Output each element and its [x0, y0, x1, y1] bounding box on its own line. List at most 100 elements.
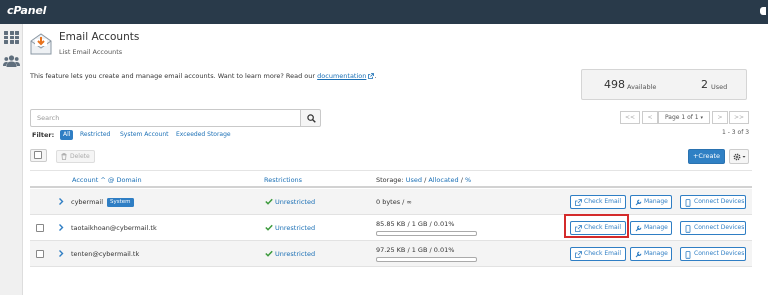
table-row: cybermail System Unrestricted 0 bytes / …: [30, 189, 752, 215]
create-label: Create: [698, 152, 721, 160]
wrench-icon: [635, 225, 642, 232]
grid-icon[interactable]: [4, 31, 19, 44]
delete-button[interactable]: Delete: [56, 150, 95, 163]
filter-all[interactable]: All: [60, 130, 74, 140]
gear-icon: [733, 153, 746, 161]
settings-dropdown[interactable]: [729, 149, 749, 164]
manage-label: Manage: [644, 224, 668, 231]
cpanel-logo[interactable]: cPanel: [7, 4, 46, 17]
manage-button[interactable]: Manage: [630, 195, 672, 209]
select-all-checkbox[interactable]: [34, 151, 42, 159]
storage-usage: 97.25 KB / 1 GB / 0.01%: [376, 246, 455, 254]
restrictions-status[interactable]: Unrestricted: [265, 250, 316, 258]
envelope-download-icon: [30, 33, 52, 55]
account-domain-header[interactable]: Account ^ @ Domain: [72, 176, 142, 184]
intro-suffix: .: [374, 72, 377, 80]
check-email-button[interactable]: Check Email: [570, 247, 626, 261]
table-row: taotaikhoan@cybermail.tk Unrestricted 85…: [30, 215, 752, 241]
sort-allocated-link[interactable]: Allocated: [428, 176, 458, 184]
account-header-label: Account: [72, 176, 99, 184]
at-symbol: @: [107, 176, 115, 184]
connect-devices-button[interactable]: Connect Devices: [680, 221, 746, 235]
row-checkbox[interactable]: [36, 224, 44, 232]
search-icon: [307, 114, 316, 123]
mobile-device-icon: [685, 251, 691, 259]
delete-label: Delete: [70, 153, 90, 160]
caret-down-icon: ▾: [700, 115, 704, 121]
sort-used-link[interactable]: Used: [406, 176, 422, 184]
restrictions-status[interactable]: Unrestricted: [265, 224, 316, 232]
external-link-icon: [575, 251, 582, 258]
storage-header-label: Storage:: [376, 176, 404, 184]
available-label: Available: [627, 83, 657, 91]
chevron-right-icon[interactable]: [57, 197, 65, 206]
check-icon: [265, 198, 273, 205]
used-count: 2: [701, 78, 708, 91]
first-page-button[interactable]: <<: [620, 111, 640, 124]
account-name: taotaikhoan@cybermail.tk: [71, 224, 157, 232]
check-email-button[interactable]: Check Email: [570, 195, 626, 209]
chevron-right-icon[interactable]: [57, 223, 65, 232]
wrench-icon: [635, 199, 642, 206]
manage-label: Manage: [644, 198, 668, 205]
sort-percent-link[interactable]: %: [465, 176, 471, 184]
filter-system-account[interactable]: System Account: [120, 131, 169, 138]
check-icon: [265, 224, 273, 231]
system-badge: System: [107, 198, 134, 207]
restrictions-label: Unrestricted: [275, 198, 316, 206]
create-button[interactable]: +Create: [688, 149, 725, 164]
select-all-control[interactable]: [30, 149, 47, 162]
storage-usage: 85.85 KB / 1 GB / 0.01%: [376, 220, 455, 228]
last-page-button[interactable]: >>: [729, 111, 749, 124]
mobile-device-icon: [685, 225, 691, 233]
storage-header: Storage: Used / Allocated / %: [376, 176, 471, 184]
filter-restricted[interactable]: Restricted: [80, 131, 110, 138]
restrictions-status[interactable]: Unrestricted: [265, 198, 316, 206]
users-icon[interactable]: [3, 55, 20, 67]
documentation-link[interactable]: documentation: [317, 72, 366, 80]
connect-devices-button[interactable]: Connect Devices: [680, 195, 746, 209]
intro-sentence: This feature lets you create and manage …: [30, 72, 318, 80]
check-icon: [265, 250, 273, 257]
manage-button[interactable]: Manage: [630, 247, 672, 261]
email-accounts-table: Account ^ @ Domain Restrictions Storage:…: [30, 170, 752, 268]
check-email-label: Check Email: [584, 250, 622, 257]
connect-devices-button[interactable]: Connect Devices: [680, 247, 746, 261]
connect-devices-label: Connect Devices: [694, 198, 745, 205]
storage-usage: 0 bytes / ∞: [376, 198, 412, 206]
filter-exceeded-storage[interactable]: Exceeded Storage: [176, 131, 231, 138]
search-button[interactable]: [300, 109, 321, 127]
manage-button[interactable]: Manage: [630, 221, 672, 235]
sidebar: [0, 24, 23, 295]
check-email-highlight: [564, 214, 629, 238]
search-input[interactable]: [30, 109, 301, 127]
wrench-icon: [635, 251, 642, 258]
manage-label: Manage: [644, 250, 668, 257]
intro-text: This feature lets you create and manage …: [30, 72, 376, 80]
next-page-button[interactable]: >: [712, 111, 728, 124]
domain-header-label: Domain: [116, 176, 142, 184]
page-label: Page 1 of 1: [664, 114, 699, 121]
table-row: tenten@cybermail.tk Unrestricted 97.25 K…: [30, 241, 752, 267]
header-separator: /: [460, 176, 463, 184]
page-title: Email Accounts: [59, 31, 140, 43]
user-menu-icon[interactable]: [760, 7, 766, 15]
external-link-icon: [575, 199, 582, 206]
page-select[interactable]: Page 1 of 1 ▾: [658, 111, 710, 124]
used-label: Used: [711, 83, 728, 91]
connect-devices-label: Connect Devices: [694, 224, 745, 231]
chevron-right-icon[interactable]: [57, 249, 65, 258]
restrictions-header[interactable]: Restrictions: [264, 176, 302, 184]
restrictions-label: Unrestricted: [275, 250, 316, 258]
restrictions-label: Unrestricted: [275, 224, 316, 232]
page-subtitle: List Email Accounts: [59, 48, 123, 56]
trash-icon: [61, 153, 67, 160]
sort-asc-icon: ^: [100, 176, 106, 184]
connect-devices-label: Connect Devices: [694, 250, 745, 257]
row-checkbox[interactable]: [36, 250, 44, 258]
available-count: 498: [604, 78, 625, 91]
header-separator: /: [424, 176, 427, 184]
filter-label: Filter:: [32, 131, 55, 139]
prev-page-button[interactable]: <: [642, 111, 658, 124]
top-bar: cPanel: [0, 0, 768, 24]
